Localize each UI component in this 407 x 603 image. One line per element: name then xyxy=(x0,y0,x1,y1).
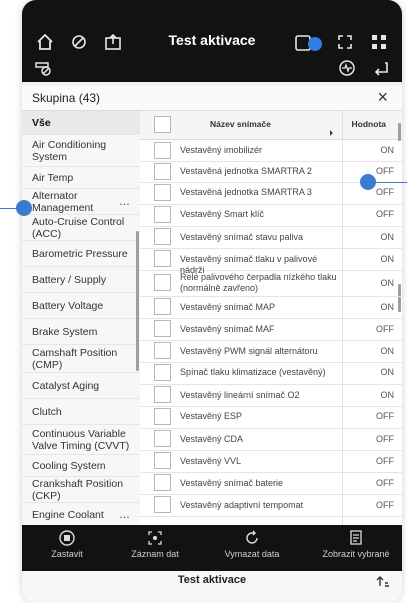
sidebar-item-brake-system[interactable]: Brake System xyxy=(22,319,140,345)
sidebar-item-cooling-system[interactable]: Cooling System xyxy=(22,455,140,477)
sort-icon xyxy=(327,130,333,136)
table-header: Název snímače Hodnota xyxy=(140,111,402,140)
table-row[interactable]: Vestavěný CDA OFF xyxy=(140,428,402,451)
waveform-icon[interactable] xyxy=(336,58,358,80)
back-icon[interactable] xyxy=(370,58,392,80)
record-data-button[interactable]: Záznam dat xyxy=(118,529,192,559)
sidebar-item-air-conditioning-system[interactable]: Air Conditioning System xyxy=(22,135,140,167)
sidebar-item-catalyst-aging[interactable]: Catalyst Aging xyxy=(22,373,140,399)
row-checkbox[interactable] xyxy=(154,274,171,291)
sidebar-item-engine-coolant[interactable]: Engine Coolant… xyxy=(22,503,140,525)
row-checkbox[interactable] xyxy=(154,298,171,315)
sidebar-item-camshaft-position[interactable]: Camshaft Position (CMP) xyxy=(22,345,140,373)
show-selected-button[interactable]: Zobrazit vybrané xyxy=(312,529,400,559)
table-row[interactable]: Vestavěný snímač tlaku v palivové nádrži… xyxy=(140,248,402,275)
close-icon[interactable]: × xyxy=(377,87,388,108)
row-checkbox[interactable] xyxy=(154,430,171,447)
sidebar-item-crankshaft-position[interactable]: Crankshaft Position (CKP) xyxy=(22,477,140,503)
row-checkbox[interactable] xyxy=(154,206,171,223)
sort-up-icon[interactable] xyxy=(376,574,390,591)
table-row[interactable]: Relé palivového čerpadla nízkého tlaku (… xyxy=(140,270,402,297)
row-checkbox[interactable] xyxy=(154,408,171,425)
table-row[interactable]: Vestavěný lineární snímač O2 ON xyxy=(140,384,402,407)
table-row[interactable]: Vestavěný imobilizér ON xyxy=(140,140,402,162)
sidebar-scrollbar[interactable] xyxy=(136,231,139,371)
row-checkbox[interactable] xyxy=(154,320,171,337)
record-icon xyxy=(118,529,192,549)
row-checkbox[interactable] xyxy=(154,474,171,491)
table-row[interactable]: Vestavěný snímač stavu paliva ON xyxy=(140,226,402,249)
table-row[interactable]: Vestavěný snímač MAF OFF xyxy=(140,318,402,341)
sidebar-item-auto-cruise-control[interactable]: Auto-Cruise Control (ACC) xyxy=(22,215,140,241)
callout-marker-left xyxy=(16,200,32,216)
no-connection-icon[interactable] xyxy=(32,58,54,80)
sidebar-item-battery-supply[interactable]: Battery / Supply xyxy=(22,267,140,293)
row-checkbox[interactable] xyxy=(154,228,171,245)
callout-marker-right xyxy=(360,174,376,190)
table-row[interactable]: Vestavěný Smart klíč OFF xyxy=(140,204,402,227)
group-label: Skupina (43) xyxy=(32,91,101,105)
row-checkbox[interactable] xyxy=(154,184,171,201)
bottom-action-bar: Zastavit Záznam dat Vymazat data Zobrazi… xyxy=(22,525,402,571)
sidebar-item-clutch[interactable]: Clutch xyxy=(22,399,140,425)
row-checkbox[interactable] xyxy=(154,163,171,180)
refresh-icon xyxy=(212,529,292,549)
top-bar: Test aktivace xyxy=(22,0,402,82)
clear-data-button[interactable]: Vymazat data xyxy=(212,529,292,559)
sensor-table: Název snímače Hodnota Vestavěný imobiliz… xyxy=(140,111,402,525)
footer-title: Test aktivace xyxy=(177,574,247,586)
table-row[interactable]: Vestavěný PWM signál alternátoru ON xyxy=(140,340,402,363)
status-badge xyxy=(308,37,322,51)
row-checkbox[interactable] xyxy=(154,452,171,469)
more-icon: … xyxy=(119,195,130,208)
table-row[interactable]: Vestavěný ESP OFF xyxy=(140,406,402,429)
row-checkbox[interactable] xyxy=(154,364,171,381)
table-row[interactable]: Vestavěný adaptivní tempomat OFF xyxy=(140,494,402,517)
fullscreen-icon[interactable] xyxy=(334,32,356,54)
table-scrollbar[interactable] xyxy=(398,123,401,141)
row-checkbox[interactable] xyxy=(154,496,171,513)
row-checkbox[interactable] xyxy=(154,386,171,403)
column-header-name[interactable]: Název snímače xyxy=(210,119,271,129)
column-header-value: Hodnota xyxy=(351,119,386,129)
sidebar-item-air-temp[interactable]: Air Temp xyxy=(22,167,140,189)
select-all-checkbox[interactable] xyxy=(154,116,171,133)
sidebar-item-battery-voltage[interactable]: Battery Voltage xyxy=(22,293,140,319)
row-checkbox[interactable] xyxy=(154,250,171,267)
display-selected-icon xyxy=(312,529,400,549)
table-row[interactable]: Vestavěný snímač MAP ON xyxy=(140,296,402,319)
sidebar-item-vse[interactable]: Vše xyxy=(22,111,140,135)
grid-icon[interactable] xyxy=(368,32,390,54)
app-window: Test aktivace Skupina (43) × Vše Air Con… xyxy=(22,0,402,603)
callout-line-right xyxy=(375,182,407,183)
more-icon: … xyxy=(119,508,130,521)
sidebar-item-cvvt[interactable]: Continuous Variable Valve Timing (CVVT) xyxy=(22,425,140,455)
footer-bar: Test aktivace xyxy=(22,571,402,603)
row-checkbox[interactable] xyxy=(154,142,171,159)
stop-icon xyxy=(30,529,104,549)
sidebar-item-barometric-pressure[interactable]: Barometric Pressure xyxy=(22,241,140,267)
table-row[interactable]: Spínač tlaku klimatizace (vestavěný) ON xyxy=(140,362,402,385)
group-header: Skupina (43) × xyxy=(22,86,402,111)
sidebar-item-alternator-management[interactable]: Alternator Management… xyxy=(22,189,140,215)
stop-button[interactable]: Zastavit xyxy=(30,529,104,559)
row-checkbox[interactable] xyxy=(154,342,171,359)
group-sidebar[interactable]: Vše Air Conditioning System Air Temp Alt… xyxy=(22,111,141,525)
table-row[interactable]: Vestavěný snímač baterie OFF xyxy=(140,472,402,495)
table-row[interactable]: Vestavěný VVL OFF xyxy=(140,450,402,473)
